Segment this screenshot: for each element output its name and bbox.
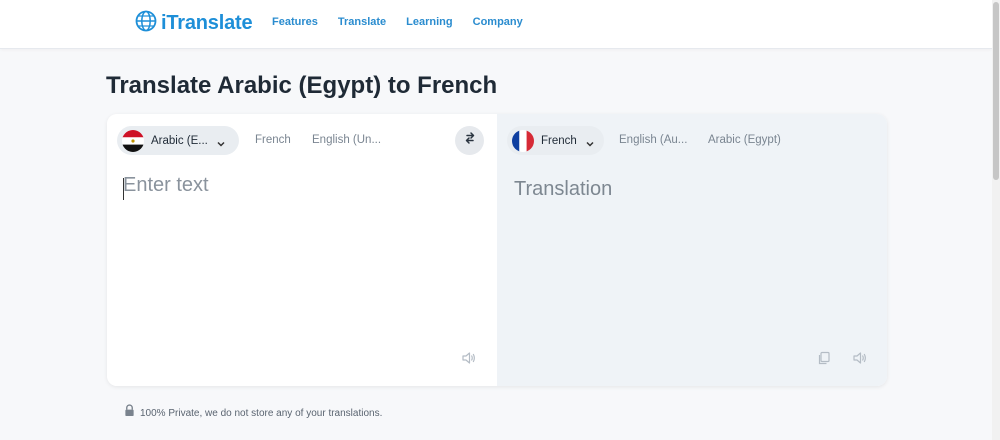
source-option-french[interactable]: French: [255, 134, 291, 146]
target-option-english[interactable]: English (Au...: [619, 134, 687, 146]
target-option-arabic[interactable]: Arabic (Egypt): [708, 134, 781, 146]
page-title: Translate Arabic (Egypt) to French: [106, 72, 498, 99]
nav-company[interactable]: Company: [473, 16, 523, 28]
chevron-down-icon: [216, 136, 226, 147]
source-speaker-button[interactable]: [461, 350, 477, 366]
copy-icon: [816, 350, 832, 366]
swap-languages-button[interactable]: [455, 126, 484, 155]
source-pane: Arabic (E... French English (Un...: [107, 114, 497, 386]
source-language-label: Arabic (E...: [151, 134, 208, 147]
scrollbar-thumb[interactable]: [993, 2, 999, 180]
page-scrollbar[interactable]: [992, 0, 1000, 440]
nav-features[interactable]: Features: [272, 16, 318, 28]
france-flag-icon: [512, 129, 534, 152]
main-nav: Features Translate Learning Company: [272, 16, 543, 28]
translation-output: Translation: [514, 178, 613, 200]
source-language-select[interactable]: Arabic (E...: [117, 126, 239, 155]
egypt-flag-icon: [122, 129, 144, 152]
lock-icon: [124, 404, 135, 422]
privacy-text: 100% Private, we do not store any of you…: [140, 407, 383, 419]
target-language-select[interactable]: French: [507, 126, 604, 155]
source-text-input[interactable]: [123, 174, 483, 334]
translator-card: Arabic (E... French English (Un... Enter…: [107, 114, 887, 386]
swap-icon: [462, 130, 478, 151]
speaker-icon: [852, 350, 868, 366]
top-navbar: iTranslate Features Translate Learning C…: [0, 0, 992, 49]
target-speaker-button[interactable]: [852, 350, 868, 366]
speaker-icon: [461, 350, 477, 366]
globe-icon: [135, 10, 157, 37]
nav-translate[interactable]: Translate: [338, 16, 386, 28]
privacy-notice: 100% Private, we do not store any of you…: [124, 404, 382, 422]
target-language-label: French: [541, 134, 577, 147]
chevron-down-icon: [585, 136, 595, 147]
text-cursor: [123, 178, 124, 200]
source-option-english[interactable]: English (Un...: [312, 134, 381, 146]
target-pane: French English (Au... Arabic (Egypt) Tra…: [497, 114, 887, 386]
copy-button[interactable]: [816, 350, 832, 366]
logo[interactable]: iTranslate: [135, 10, 253, 37]
nav-learning[interactable]: Learning: [406, 16, 452, 28]
logo-text: iTranslate: [161, 11, 253, 34]
